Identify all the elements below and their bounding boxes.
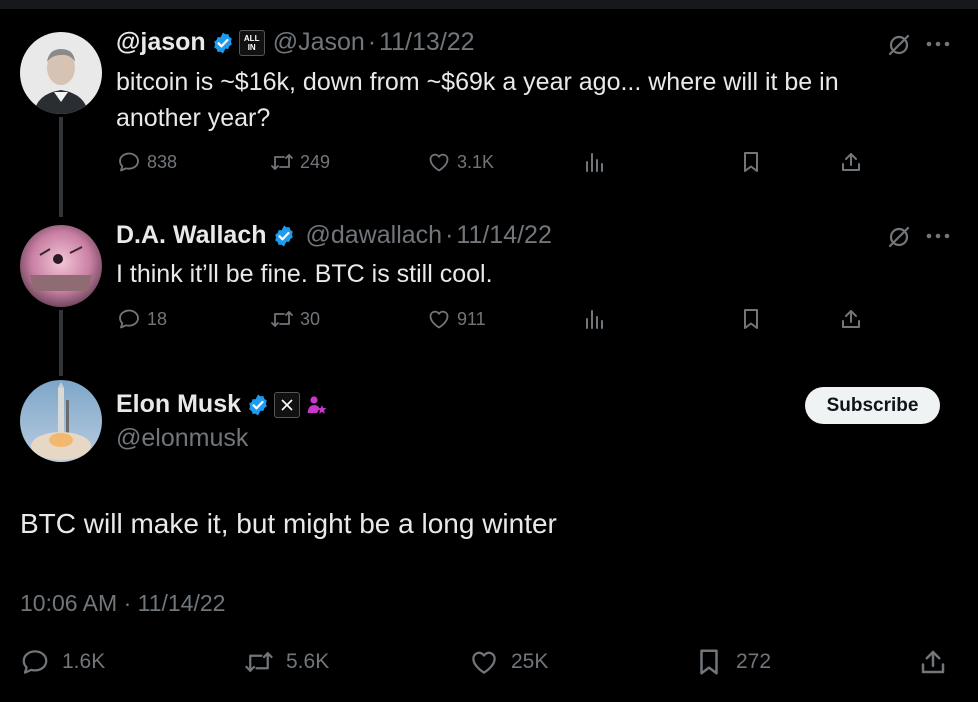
bookmark-icon	[744, 309, 758, 329]
share-icon	[842, 310, 860, 328]
x-logo-icon[interactable]	[274, 391, 301, 418]
bookmark-icon	[744, 152, 758, 172]
grok-slash-icon[interactable]	[886, 224, 912, 255]
separator: ·	[445, 221, 454, 249]
affiliate-badge-icon	[307, 395, 327, 414]
tweet-date[interactable]: 11/13/22	[379, 28, 474, 57]
like-button[interactable]: 25K	[469, 647, 548, 677]
author-name[interactable]: @jason	[116, 28, 206, 57]
author-name[interactable]: D.A. Wallach	[116, 221, 267, 250]
retweet-count: 249	[300, 151, 331, 172]
avatar[interactable]	[20, 380, 102, 462]
affiliate-badge[interactable]: ALL IN	[238, 29, 265, 56]
tweet-date[interactable]: 11/14/22	[456, 221, 551, 250]
share-button[interactable]	[839, 150, 863, 174]
like-count: 911	[457, 308, 486, 329]
tweet-timestamp[interactable]: 10:06 AM · 11/14/22	[20, 590, 225, 617]
like-button[interactable]: 911	[427, 307, 486, 331]
reply-icon	[119, 152, 139, 172]
views-button[interactable]	[583, 150, 607, 174]
retweet-icon	[271, 154, 293, 170]
verified-badge-icon	[213, 32, 232, 53]
avatar[interactable]	[20, 32, 102, 114]
reply-count: 18	[147, 308, 168, 329]
like-count: 25K	[511, 650, 549, 673]
verified-badge-icon	[249, 394, 267, 415]
bookmark-icon	[700, 649, 718, 675]
author-handle[interactable]: @Jason	[273, 28, 365, 57]
author-handle[interactable]: @elonmusk	[116, 424, 248, 453]
share-button[interactable]	[839, 307, 863, 331]
bookmark-button[interactable]	[739, 150, 763, 174]
main-tweet-header: Elon Musk	[116, 390, 328, 419]
verified-badge-icon	[274, 225, 293, 246]
reply-button[interactable]: 18	[117, 307, 167, 331]
affiliate-badge-text: ALL IN	[243, 33, 260, 52]
author-handle[interactable]: @dawallach	[306, 221, 443, 250]
bookmark-count: 272	[736, 650, 772, 673]
grok-slash-icon[interactable]	[886, 32, 912, 63]
retweet-icon	[271, 311, 293, 327]
views-icon	[586, 310, 603, 329]
like-icon	[429, 310, 449, 329]
subscribe-button[interactable]: Subscribe	[805, 387, 940, 424]
reply-button[interactable]: 838	[117, 150, 177, 174]
tweet-text: I think it’ll be fine. BTC is still cool…	[116, 260, 493, 288]
like-button[interactable]: 3.1K	[427, 150, 494, 174]
reply-count: 1.6K	[62, 650, 106, 673]
reply-button[interactable]: 1.6K	[20, 647, 105, 677]
retweet-button[interactable]: 249	[270, 150, 330, 174]
retweet-count: 5.6K	[286, 650, 330, 673]
separator: ·	[367, 28, 377, 56]
more-icon[interactable]	[925, 36, 951, 57]
tweet-text: BTC will make it, but might be a long wi…	[20, 508, 557, 539]
author-name[interactable]: Elon Musk	[116, 390, 241, 419]
more-icon[interactable]	[925, 228, 951, 249]
like-icon	[429, 153, 449, 172]
reply-icon	[22, 650, 48, 674]
tweet-header: @jason ALL IN @Jason · 11/13/22	[116, 28, 475, 57]
tweet-text: bitcoin is ~$16k, down from ~$69k a year…	[116, 68, 839, 132]
bookmark-button[interactable]: 272	[694, 647, 771, 677]
top-bar	[0, 0, 978, 9]
bookmark-button[interactable]	[739, 307, 763, 331]
share-icon	[842, 153, 860, 171]
share-button[interactable]	[918, 647, 948, 677]
retweet-count: 30	[300, 308, 321, 329]
thread-line	[59, 117, 63, 217]
tweet-header: D.A. Wallach @dawallach · 11/14/22	[116, 221, 552, 250]
avatar[interactable]	[20, 225, 102, 307]
views-button[interactable]	[583, 307, 607, 331]
reply-icon	[119, 309, 139, 329]
retweet-icon	[245, 652, 273, 672]
retweet-button[interactable]: 30	[270, 307, 320, 331]
retweet-button[interactable]: 5.6K	[244, 647, 329, 677]
reply-count: 838	[147, 151, 178, 172]
share-icon	[921, 650, 945, 674]
thread-line	[59, 310, 63, 376]
like-count: 3.1K	[457, 151, 495, 172]
like-icon	[472, 651, 496, 674]
views-icon	[586, 153, 603, 172]
